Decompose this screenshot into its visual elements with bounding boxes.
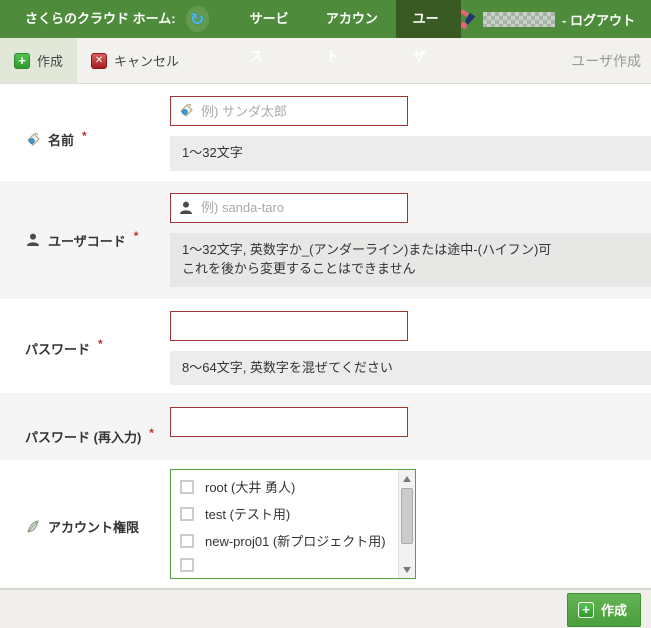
name-label: 名前 — [48, 130, 74, 149]
footer-create-label: 作成 — [601, 600, 627, 619]
logout-link[interactable]: - ログアウト — [562, 10, 635, 29]
usercode-hint-line1: 1〜32文字, 英数字か_(アンダーライン)または途中-(ハイフン)可 — [182, 241, 639, 260]
toolbar-cancel-button[interactable]: ✕ キャンセル — [77, 38, 193, 83]
name-tag-icon — [25, 132, 41, 148]
permission-option-newproj01[interactable]: new-proj01 (新プロジェクト用) — [180, 531, 415, 550]
usercode-hint-line2: これを後から変更することはできません — [182, 260, 639, 279]
sakura-logo-icon — [461, 8, 476, 30]
password-hint: 8〜64文字, 英数字を混ぜてください — [170, 351, 651, 386]
user-area: - ログアウト — [461, 0, 651, 38]
password-confirm-label: パスワード (再入力) — [25, 427, 141, 446]
password-input[interactable] — [170, 311, 408, 341]
user-create-form: 名前 * 1〜32文字 ユーザコード * — [0, 84, 651, 588]
usercode-input-user-icon — [178, 200, 194, 216]
usercode-label: ユーザコード — [48, 231, 126, 250]
checkbox-icon[interactable] — [180, 558, 194, 572]
plus-icon: + — [14, 53, 30, 69]
permission-option-label: test (テスト用) — [205, 504, 290, 523]
nav-tab-user[interactable]: ユーザ — [396, 0, 461, 38]
nav-tab-services[interactable]: サービス — [233, 0, 309, 38]
form-row-usercode: ユーザコード * 1〜32文字, 英数字か_(アンダーライン)または途中-(ハイフ… — [0, 181, 651, 299]
usercode-input[interactable] — [170, 193, 408, 223]
form-row-password-confirm: パスワード (再入力) * — [0, 393, 651, 460]
required-mark: * — [98, 337, 103, 351]
footer-create-button[interactable]: + 作成 — [567, 593, 641, 627]
brand-title: さくらのクラウド ホーム: — [0, 0, 176, 38]
scrollbar-thumb[interactable] — [401, 488, 413, 544]
permissions-content-col: root (大井 勇人) test (テスト用) new-proj01 (新プロ… — [170, 469, 651, 579]
password-confirm-label-col: パスワード (再入力) * — [0, 407, 170, 446]
checkbox-icon[interactable] — [180, 507, 194, 521]
toolbar-cancel-label: キャンセル — [114, 51, 179, 70]
permission-option-label: root (大井 勇人) — [205, 477, 295, 496]
nav-tab-account[interactable]: アカウント — [309, 0, 396, 38]
usercode-content-col: 1〜32文字, 英数字か_(アンダーライン)または途中-(ハイフン)可 これを後… — [170, 193, 651, 287]
required-mark: * — [134, 229, 139, 243]
permissions-label: アカウント権限 — [48, 517, 139, 536]
refresh-icon: ↻ — [190, 11, 204, 28]
checkbox-icon[interactable] — [180, 480, 194, 494]
page-title: ユーザ作成 — [571, 51, 651, 71]
required-mark: * — [82, 129, 87, 143]
main-nav: サービス アカウント ユーザ — [233, 0, 461, 38]
permissions-listbox[interactable]: root (大井 勇人) test (テスト用) new-proj01 (新プロ… — [170, 469, 416, 579]
plus-icon: + — [578, 602, 594, 618]
permissions-label-col: アカウント権限 — [0, 469, 170, 579]
name-input[interactable] — [170, 96, 408, 126]
scroll-up-arrow-icon[interactable] — [399, 471, 415, 486]
name-input-tag-icon — [178, 103, 194, 119]
permission-option-label: new-proj01 (新プロジェクト用) — [205, 531, 386, 550]
toolbar-create-button[interactable]: + 作成 — [0, 38, 77, 83]
password-label-col: パスワード * — [0, 311, 170, 386]
name-hint: 1〜32文字 — [170, 136, 651, 171]
password-content-col: 8〜64文字, 英数字を混ぜてください — [170, 311, 651, 386]
password-confirm-content-col — [170, 407, 651, 446]
listbox-scrollbar[interactable] — [398, 470, 415, 578]
refresh-button[interactable]: ↻ — [186, 6, 209, 32]
form-footer: + 作成 — [0, 588, 651, 628]
redacted-username — [483, 12, 555, 27]
cancel-x-icon: ✕ — [91, 53, 107, 69]
feather-icon — [25, 519, 41, 535]
permission-option-partial[interactable] — [180, 558, 415, 572]
password-confirm-input[interactable] — [170, 407, 408, 437]
required-mark: * — [149, 426, 154, 440]
user-icon — [25, 232, 41, 248]
form-row-name: 名前 * 1〜32文字 — [0, 84, 651, 181]
name-label-col: 名前 * — [0, 96, 170, 171]
name-content-col: 1〜32文字 — [170, 96, 651, 171]
permission-option-root[interactable]: root (大井 勇人) — [180, 477, 415, 496]
toolbar-create-label: 作成 — [37, 51, 63, 70]
form-row-permissions: アカウント権限 root (大井 勇人) test (テスト用) new- — [0, 460, 651, 588]
password-label: パスワード — [25, 339, 90, 358]
form-row-password: パスワード * 8〜64文字, 英数字を混ぜてください — [0, 299, 651, 394]
top-nav-bar: さくらのクラウド ホーム: ↻ サービス アカウント ユーザ - ログアウト — [0, 0, 651, 38]
permission-option-test[interactable]: test (テスト用) — [180, 504, 415, 523]
usercode-hint: 1〜32文字, 英数字か_(アンダーライン)または途中-(ハイフン)可 これを後… — [170, 233, 651, 287]
checkbox-icon[interactable] — [180, 534, 194, 548]
scroll-down-arrow-icon[interactable] — [399, 562, 415, 577]
usercode-label-col: ユーザコード * — [0, 193, 170, 287]
